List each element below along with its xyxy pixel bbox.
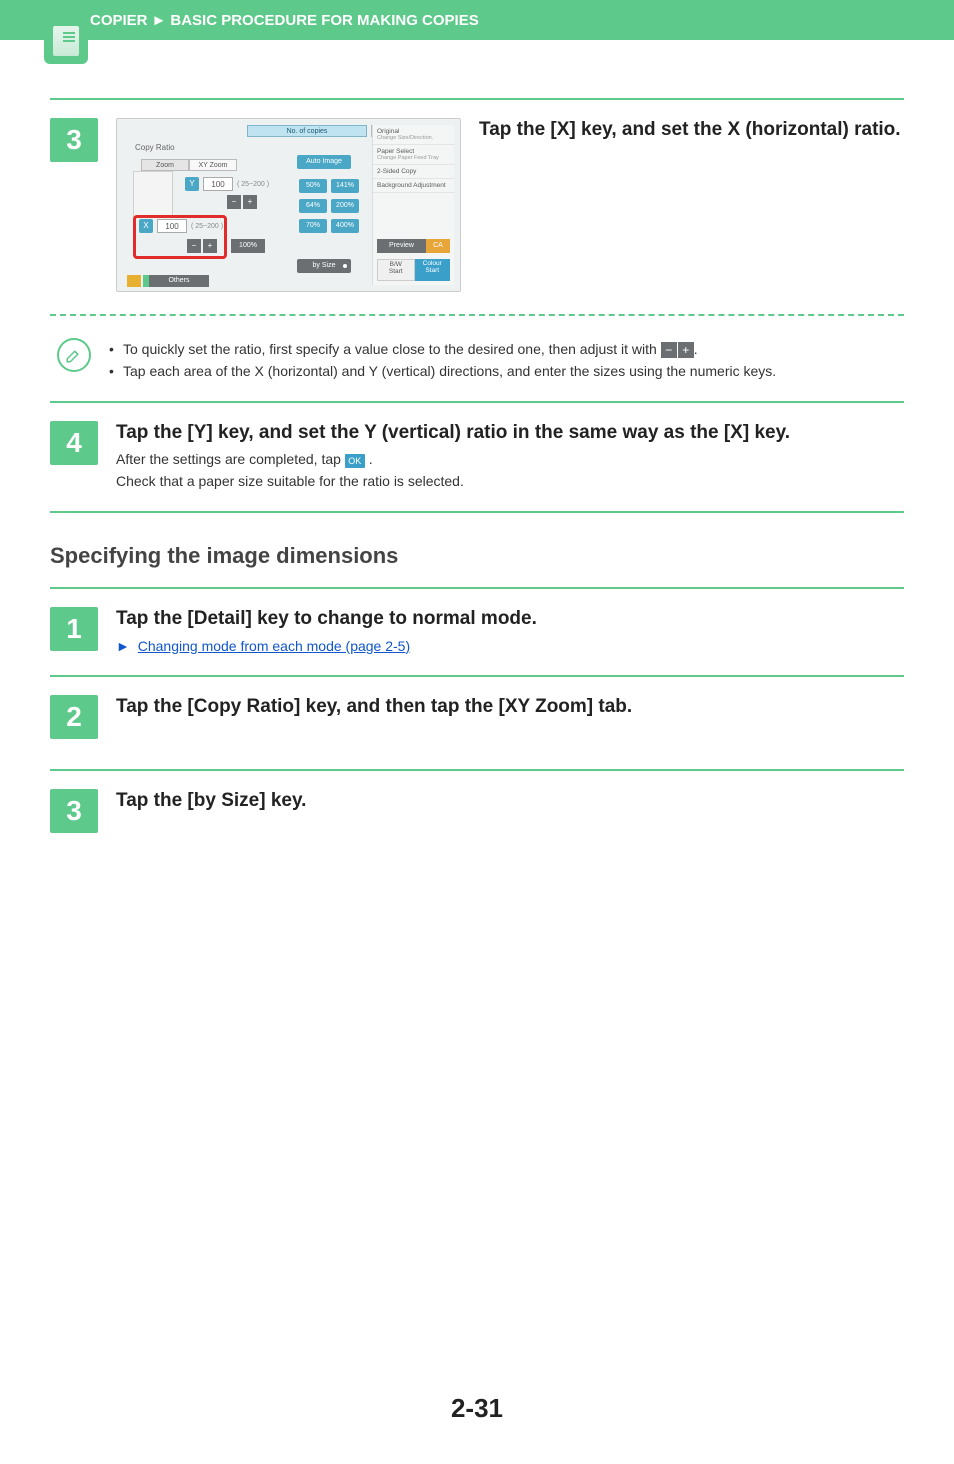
ca-button: CA — [426, 239, 450, 253]
divider — [50, 401, 904, 403]
breadcrumb-separator-icon: ► — [152, 12, 167, 29]
page-number: 2-31 — [50, 1393, 904, 1424]
changing-mode-link[interactable]: Changing mode from each mode (page 2-5) — [138, 638, 410, 654]
divider — [50, 98, 904, 100]
step-number: 1 — [50, 607, 98, 651]
header-doc-icon — [44, 18, 88, 64]
preview-button: Preview — [377, 239, 426, 253]
plus-icon: + — [678, 342, 694, 358]
step-b1: 1 Tap the [Detail] key to change to norm… — [50, 607, 904, 657]
x-value: 100 — [157, 219, 187, 233]
step-3: 3 No. of copies 1 Copy Ratio OK Zoom XY … — [50, 118, 904, 292]
step4-body2: Check that a paper size suitable for the… — [116, 473, 464, 489]
x-range: ( 25~200 ) — [191, 223, 223, 230]
favorite-icon — [127, 275, 141, 287]
breadcrumb: COPIER►BASIC PROCEDURE FOR MAKING COPIES — [90, 12, 479, 29]
right-original: Original Change Size/Direction. — [373, 125, 454, 145]
right-original-sub: Change Size/Direction. — [377, 135, 450, 141]
preview-row: Preview CA — [377, 239, 450, 253]
step4-body1a: After the settings are completed, tap — [116, 451, 345, 467]
plus-icon: + — [243, 195, 257, 209]
pencil-note-icon — [57, 338, 91, 372]
original-preview-icon — [133, 171, 173, 217]
step-number: 3 — [50, 118, 98, 162]
tip-list: To quickly set the ratio, first specify … — [109, 338, 904, 383]
right-2sided: 2-Sided Copy — [373, 165, 454, 179]
stepb1-body: ► Changing mode from each mode (page 2-5… — [116, 636, 904, 658]
x-plus-minus: − + — [187, 239, 217, 253]
tab-xy-zoom: XY Zoom — [189, 159, 237, 171]
y-ratio-row: Y 100 ( 25~200 ) — [185, 177, 269, 191]
preset-400: 400% — [331, 219, 359, 233]
minus-icon: − — [227, 195, 241, 209]
right-paper-select: Paper Select Change Paper Feed Tray — [373, 145, 454, 165]
x-key: X — [139, 219, 153, 233]
preset-200: 200% — [331, 199, 359, 213]
auto-image-button: Auto Image — [297, 155, 351, 169]
y-key: Y — [185, 177, 199, 191]
breadcrumb-page: BASIC PROCEDURE FOR MAKING COPIES — [170, 12, 478, 29]
preset-141: 141% — [331, 179, 359, 193]
divider — [50, 769, 904, 771]
step-number: 2 — [50, 695, 98, 739]
start-buttons: B/WStart ColourStart — [377, 259, 450, 281]
tip1-a: To quickly set the ratio, first specify … — [123, 341, 661, 357]
breadcrumb-section: COPIER — [90, 12, 148, 29]
tip-item: To quickly set the ratio, first specify … — [109, 338, 904, 360]
step4-title: Tap the [Y] key, and set the Y (vertical… — [116, 421, 904, 446]
stepb1-title: Tap the [Detail] key to change to normal… — [116, 607, 904, 632]
preset-70: 70% — [299, 219, 327, 233]
step-b3: 3 Tap the [by Size] key. — [50, 789, 904, 833]
others-button: Others — [149, 275, 209, 287]
minus-icon: − — [661, 342, 677, 358]
divider — [50, 587, 904, 589]
bw-start-button: B/WStart — [377, 259, 415, 281]
step3-title: Tap the [X] key, and set the X (horizont… — [479, 118, 904, 143]
right-panel: Original Change Size/Direction. Paper Se… — [372, 125, 454, 285]
step-b2: 2 Tap the [Copy Ratio] key, and then tap… — [50, 695, 904, 739]
tip1-b: . — [694, 341, 698, 357]
plus-minus-icon: − + — [661, 342, 694, 358]
preset-50: 50% — [299, 179, 327, 193]
tab-zoom: Zoom — [141, 159, 189, 171]
preset-64: 64% — [299, 199, 327, 213]
tip-block: To quickly set the ratio, first specify … — [50, 338, 904, 383]
step-number: 3 — [50, 789, 98, 833]
y-value: 100 — [203, 177, 233, 191]
copier-ui-screenshot: No. of copies 1 Copy Ratio OK Zoom XY Zo… — [116, 118, 461, 292]
copies-label: No. of copies — [247, 125, 367, 137]
divider — [50, 511, 904, 513]
header-bar: COPIER►BASIC PROCEDURE FOR MAKING COPIES — [0, 0, 954, 40]
by-size-button: by Size — [297, 259, 351, 273]
divider — [50, 675, 904, 677]
colour-start-button: ColourStart — [415, 259, 451, 281]
tip-item: Tap each area of the X (horizontal) and … — [109, 360, 904, 382]
ok-icon: OK — [345, 454, 365, 468]
section-heading: Specifying the image dimensions — [50, 543, 904, 569]
right-paper-label: Paper Select — [377, 148, 450, 155]
arrow-icon: ► — [116, 638, 130, 654]
stepb3-title: Tap the [by Size] key. — [116, 789, 904, 814]
y-plus-minus: − + — [227, 195, 257, 209]
right-paper-sub: Change Paper Feed Tray — [377, 155, 450, 161]
minus-icon: − — [187, 239, 201, 253]
plus-icon: + — [203, 239, 217, 253]
copy-ratio-label: Copy Ratio — [135, 143, 175, 152]
step-4: 4 Tap the [Y] key, and set the Y (vertic… — [50, 421, 904, 493]
stepb2-title: Tap the [Copy Ratio] key, and then tap t… — [116, 695, 904, 720]
ratio-tabs: Zoom XY Zoom — [141, 159, 237, 171]
step4-body: After the settings are completed, tap OK… — [116, 449, 904, 492]
dashed-divider — [50, 314, 904, 316]
step-number: 4 — [50, 421, 98, 465]
x-ratio-row: X 100 ( 25~200 ) — [139, 219, 223, 233]
hundred-pct-button: 100% — [231, 239, 265, 253]
step4-body1b: . — [369, 451, 373, 467]
right-bg-adj: Background Adjustment — [373, 179, 454, 193]
right-original-label: Original — [377, 128, 450, 135]
y-range: ( 25~200 ) — [237, 181, 269, 188]
